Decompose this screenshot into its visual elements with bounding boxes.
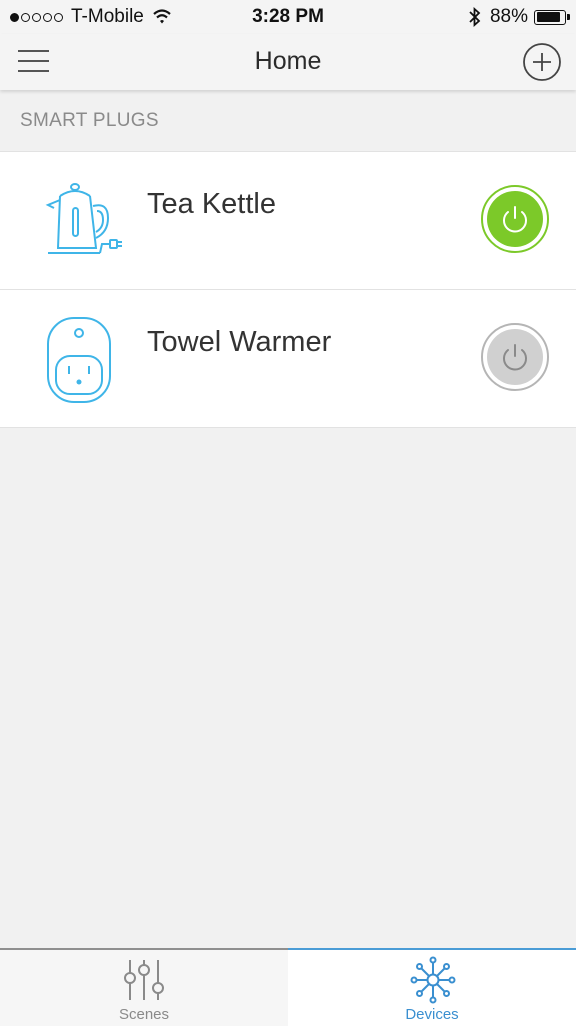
battery-percent: 88% bbox=[489, 6, 528, 27]
power-icon bbox=[481, 185, 549, 253]
tab-label: Devices bbox=[405, 1006, 459, 1023]
tab-scenes[interactable]: Scenes bbox=[0, 950, 288, 1026]
power-toggle-button-off[interactable] bbox=[480, 322, 550, 392]
bluetooth-icon bbox=[469, 7, 481, 27]
add-device-button[interactable] bbox=[522, 42, 562, 82]
power-toggle-button-on[interactable] bbox=[480, 184, 550, 254]
battery-icon bbox=[534, 9, 570, 25]
device-list: Tea Kettle Towel Warmer bbox=[0, 151, 576, 428]
device-row-towel-warmer[interactable]: Towel Warmer bbox=[0, 289, 576, 427]
menu-button[interactable] bbox=[16, 46, 52, 76]
device-name: Tea Kettle bbox=[147, 188, 276, 220]
smart-plug-icon bbox=[40, 316, 130, 411]
power-icon bbox=[481, 323, 549, 391]
device-row-tea-kettle[interactable]: Tea Kettle bbox=[0, 152, 576, 289]
tab-devices[interactable]: Devices bbox=[288, 948, 576, 1026]
sliders-icon bbox=[124, 960, 164, 1000]
status-right: 88% bbox=[468, 6, 570, 28]
kettle-icon bbox=[40, 178, 130, 273]
device-name: Towel Warmer bbox=[147, 326, 332, 358]
tab-label: Scenes bbox=[118, 1006, 170, 1023]
section-header: SMART PLUGS bbox=[20, 110, 159, 131]
page-title: Home bbox=[254, 47, 322, 75]
network-hub-icon bbox=[410, 956, 456, 1004]
add-circle-icon bbox=[523, 43, 561, 81]
status-bar: T-Mobile 3:28 PM 88% bbox=[0, 0, 576, 34]
tab-bar: Scenes Devices bbox=[0, 948, 576, 1026]
navigation-bar: Home bbox=[0, 34, 576, 90]
